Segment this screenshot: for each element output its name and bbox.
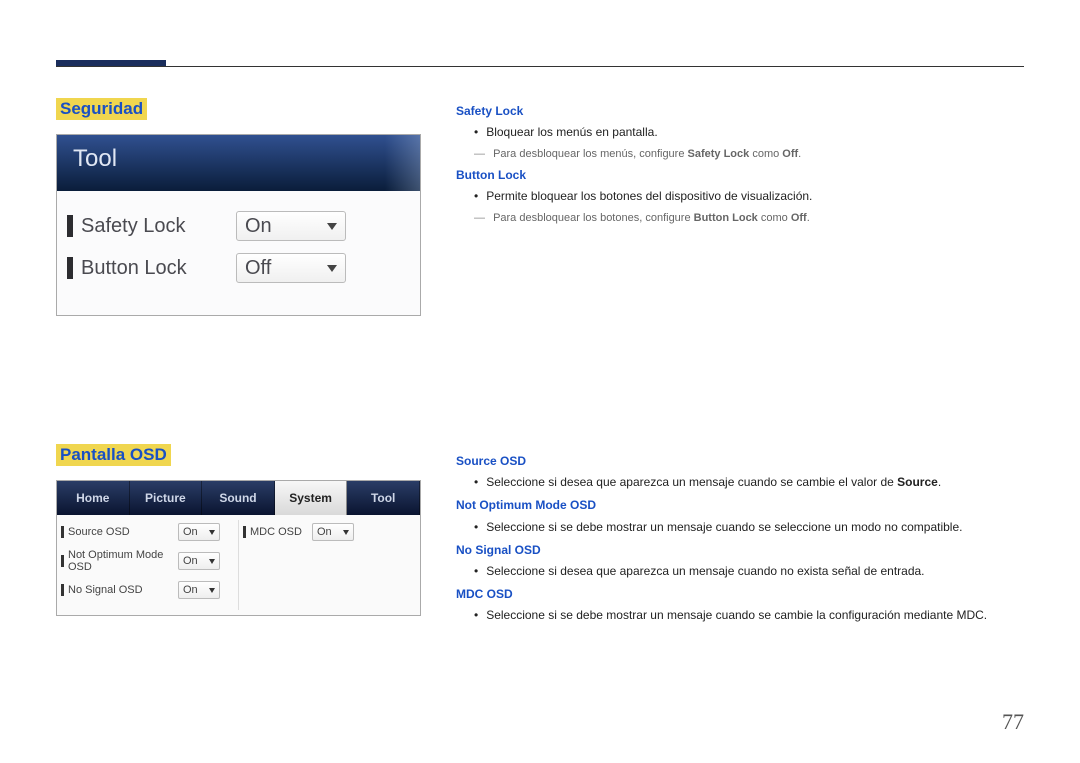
- chevron-down-icon: [209, 530, 215, 535]
- bullet-bold: Source: [897, 475, 938, 489]
- source-osd-dropdown[interactable]: On: [178, 523, 220, 541]
- safety-lock-note: Para desbloquear los menús, configure Sa…: [456, 146, 1010, 164]
- safety-lock-heading: Safety Lock: [456, 102, 1010, 121]
- seguridad-description: Safety Lock Bloquear los menús en pantal…: [456, 100, 1010, 228]
- row-indicator-icon: [243, 526, 246, 538]
- button-lock-row: Button Lock Off: [67, 253, 410, 283]
- chevron-down-icon: [327, 223, 337, 230]
- dropdown-value: On: [183, 555, 198, 567]
- pantalla-description: Source OSD Seleccione si desea que apare…: [456, 450, 1010, 630]
- tool-panel: Tool Safety Lock On Button Lock Off: [56, 134, 421, 316]
- not-optimum-row: Not Optimum Mode OSD On: [61, 549, 234, 573]
- row-indicator-icon: [61, 584, 64, 596]
- osd-body: Source OSD On Not Optimum Mode OSD On No…: [57, 515, 420, 615]
- not-optimum-bullet: Seleccione si se debe mostrar un mensaje…: [474, 518, 1010, 537]
- button-lock-heading: Button Lock: [456, 166, 1010, 185]
- safety-lock-row: Safety Lock On: [67, 211, 410, 241]
- section-seguridad: Seguridad Tool Safety Lock On Button Loc…: [56, 98, 421, 316]
- button-lock-note: Para desbloquear los botones, configure …: [456, 210, 1010, 228]
- note-text: .: [807, 212, 810, 224]
- not-optimum-heading: Not Optimum Mode OSD: [456, 496, 1010, 515]
- source-osd-bullet: Seleccione si desea que aparezca un mens…: [474, 473, 1010, 492]
- note-text: Para desbloquear los botones, configure: [493, 212, 694, 224]
- tool-panel-body: Safety Lock On Button Lock Off: [57, 191, 420, 315]
- mdc-osd-dropdown[interactable]: On: [312, 523, 354, 541]
- mdc-osd-heading: MDC OSD: [456, 585, 1010, 604]
- note-text: .: [798, 148, 801, 160]
- dropdown-value: On: [317, 526, 332, 538]
- row-indicator-icon: [61, 526, 64, 538]
- section-pantalla-osd: Pantalla OSD Home Picture Sound System T…: [56, 444, 421, 616]
- button-lock-dropdown[interactable]: Off: [236, 253, 346, 283]
- chevron-down-icon: [209, 588, 215, 593]
- page-number: 77: [1002, 709, 1024, 735]
- osd-tabs: Home Picture Sound System Tool: [57, 481, 420, 515]
- tab-home[interactable]: Home: [57, 481, 130, 515]
- button-lock-value: Off: [245, 257, 271, 280]
- chevron-down-icon: [343, 530, 349, 535]
- note-bold: Off: [791, 212, 807, 224]
- no-signal-label: No Signal OSD: [68, 584, 178, 596]
- safety-lock-bullet: Bloquear los menús en pantalla.: [474, 123, 1010, 142]
- tab-tool[interactable]: Tool: [347, 481, 420, 515]
- osd-right-column: MDC OSD On: [239, 515, 420, 615]
- seguridad-title: Seguridad: [56, 98, 147, 120]
- safety-lock-dropdown[interactable]: On: [236, 211, 346, 241]
- mdc-osd-row: MDC OSD On: [243, 523, 416, 541]
- note-bold: Off: [782, 148, 798, 160]
- note-bold: Safety Lock: [688, 148, 750, 160]
- source-osd-heading: Source OSD: [456, 452, 1010, 471]
- row-indicator-icon: [61, 555, 64, 567]
- button-lock-bullet: Permite bloquear los botones del disposi…: [474, 187, 1010, 206]
- safety-lock-label: Safety Lock: [81, 215, 236, 238]
- note-bold: Button Lock: [694, 212, 758, 224]
- row-indicator-icon: [67, 215, 73, 237]
- not-optimum-label: Not Optimum Mode OSD: [68, 549, 178, 573]
- bullet-text: .: [938, 475, 941, 489]
- header-divider: [56, 66, 1024, 67]
- bullet-text: Seleccione si desea que aparezca un mens…: [486, 475, 897, 489]
- no-signal-heading: No Signal OSD: [456, 541, 1010, 560]
- no-signal-row: No Signal OSD On: [61, 581, 234, 599]
- no-signal-dropdown[interactable]: On: [178, 581, 220, 599]
- not-optimum-dropdown[interactable]: On: [178, 552, 220, 570]
- mdc-osd-label: MDC OSD: [250, 526, 312, 538]
- no-signal-bullet: Seleccione si desea que aparezca un mens…: [474, 562, 1010, 581]
- source-osd-label: Source OSD: [68, 526, 178, 538]
- chevron-down-icon: [209, 559, 215, 564]
- dropdown-value: On: [183, 584, 198, 596]
- tab-picture[interactable]: Picture: [130, 481, 203, 515]
- tab-sound[interactable]: Sound: [202, 481, 275, 515]
- osd-panel: Home Picture Sound System Tool Source OS…: [56, 480, 421, 616]
- osd-left-column: Source OSD On Not Optimum Mode OSD On No…: [57, 515, 238, 615]
- pantalla-title: Pantalla OSD: [56, 444, 171, 466]
- row-indicator-icon: [67, 257, 73, 279]
- dropdown-value: On: [183, 526, 198, 538]
- note-text: como: [749, 148, 782, 160]
- note-text: Para desbloquear los menús, configure: [493, 148, 687, 160]
- source-osd-row: Source OSD On: [61, 523, 234, 541]
- tool-panel-title: Tool: [57, 135, 420, 191]
- chevron-down-icon: [327, 265, 337, 272]
- mdc-osd-bullet: Seleccione si se debe mostrar un mensaje…: [474, 606, 1010, 625]
- button-lock-label: Button Lock: [81, 257, 236, 280]
- safety-lock-value: On: [245, 215, 272, 238]
- note-text: como: [758, 212, 791, 224]
- tab-system[interactable]: System: [275, 481, 348, 515]
